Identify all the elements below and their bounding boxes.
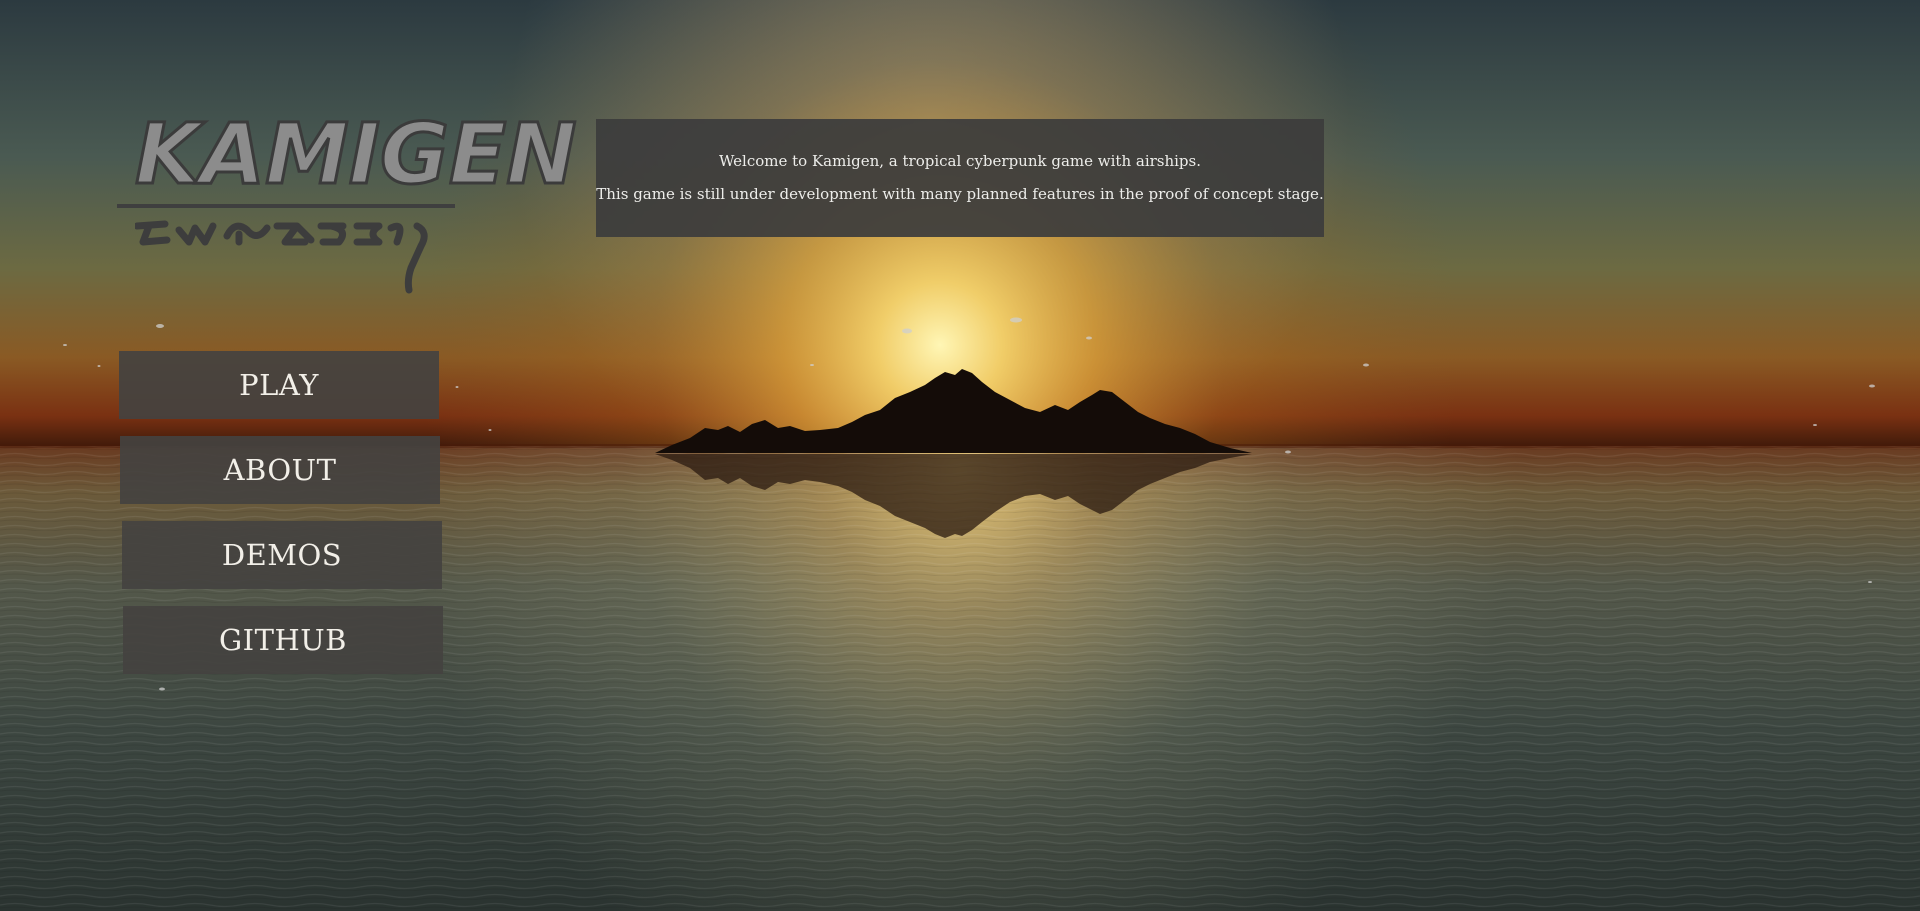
- welcome-panel: Welcome to Kamigen, a tropical cyberpunk…: [596, 119, 1324, 237]
- play-button[interactable]: PLAY: [119, 351, 439, 419]
- game-logo: KAMIGEN: [117, 105, 579, 312]
- welcome-line-2: This game is still under development wit…: [596, 185, 1324, 203]
- logo-divider: [117, 204, 455, 208]
- logo-title: KAMIGEN: [134, 105, 579, 203]
- game-screen: KAMIGEN PLAY ABOUT DEMOS GITHUB Welcome …: [0, 0, 1920, 911]
- logo-script-glyphs: [135, 220, 428, 294]
- demos-button[interactable]: DEMOS: [122, 521, 442, 589]
- about-button[interactable]: ABOUT: [120, 436, 440, 504]
- welcome-line-1: Welcome to Kamigen, a tropical cyberpunk…: [718, 152, 1202, 170]
- github-button[interactable]: GITHUB: [123, 606, 443, 674]
